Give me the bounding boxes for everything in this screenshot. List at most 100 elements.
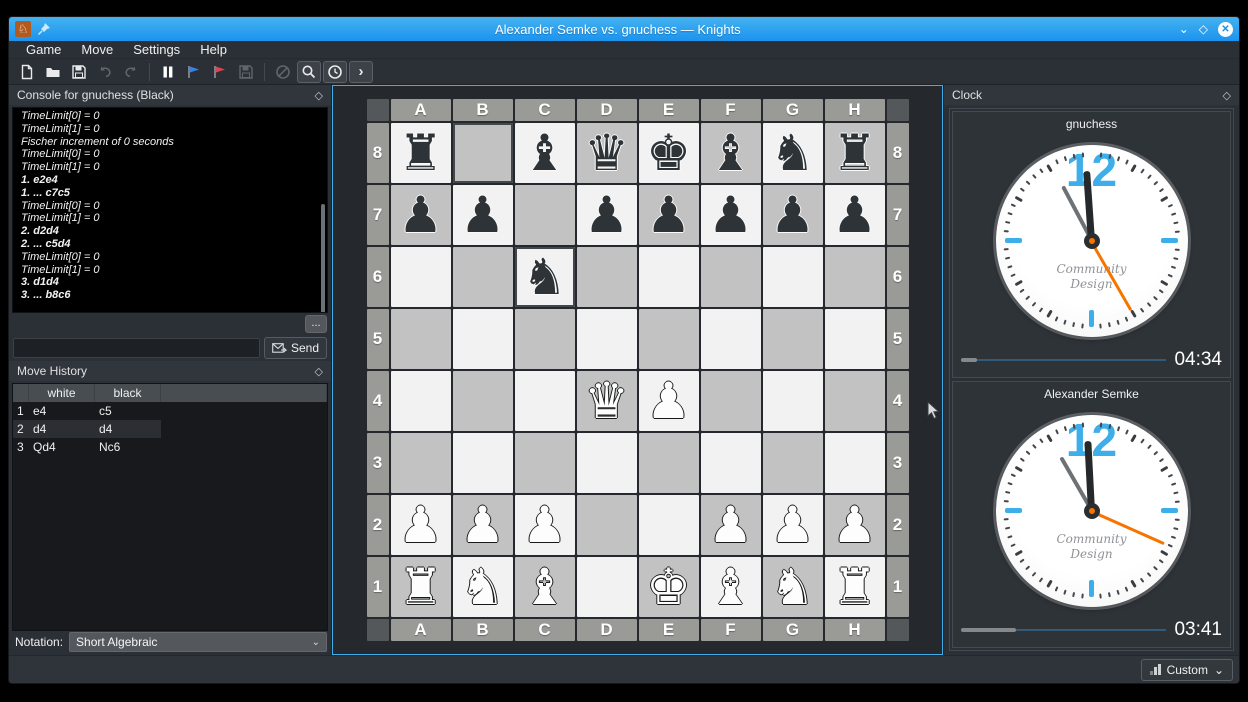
black-pawn[interactable]: ♟ — [832, 190, 877, 240]
square-g5[interactable] — [763, 309, 823, 369]
show-history-button[interactable] — [297, 61, 321, 83]
square-g2[interactable]: ♟ — [763, 495, 823, 555]
square-f3[interactable] — [701, 433, 761, 493]
square-f6[interactable] — [701, 247, 761, 307]
menu-game[interactable]: Game — [17, 42, 70, 57]
square-b6[interactable] — [453, 247, 513, 307]
black-knight[interactable]: ♞ — [522, 252, 567, 302]
console-more-button[interactable]: ... — [305, 315, 327, 333]
save-button[interactable] — [67, 61, 91, 83]
console-dock-header[interactable]: Console for gnuchess (Black) ◇ — [9, 85, 331, 105]
black-pawn[interactable]: ♟ — [646, 190, 691, 240]
square-b4[interactable] — [453, 371, 513, 431]
time-slider[interactable] — [961, 355, 1166, 365]
black-bishop[interactable]: ♝ — [522, 128, 567, 178]
square-b3[interactable] — [453, 433, 513, 493]
square-c1[interactable]: ♝ — [515, 557, 575, 617]
square-f4[interactable] — [701, 371, 761, 431]
square-e2[interactable] — [639, 495, 699, 555]
black-pawn[interactable]: ♟ — [708, 190, 753, 240]
square-a1[interactable]: ♜ — [391, 557, 451, 617]
square-h6[interactable] — [825, 247, 885, 307]
square-g1[interactable]: ♞ — [763, 557, 823, 617]
move-history-header[interactable]: Move History ◇ — [9, 361, 331, 381]
square-a5[interactable] — [391, 309, 451, 369]
square-c7[interactable] — [515, 185, 575, 245]
move-history-row[interactable]: 2d4d4 — [13, 420, 327, 438]
minimize-button[interactable]: ⌄ — [1179, 21, 1189, 37]
white-pawn[interactable]: ♟ — [460, 500, 505, 550]
square-d5[interactable] — [577, 309, 637, 369]
chessboard[interactable]: ABCDEFGH8♜♝♛♚♝♞♜87♟♟♟♟♟♟♟76♞6554♛♟4332♟♟… — [367, 99, 909, 641]
undo-button[interactable] — [93, 61, 117, 83]
square-f8[interactable]: ♝ — [701, 123, 761, 183]
square-f5[interactable] — [701, 309, 761, 369]
square-d2[interactable] — [577, 495, 637, 555]
white-pawn[interactable]: ♟ — [522, 500, 567, 550]
console-output[interactable]: TimeLimit[0] = 0TimeLimit[1] = 0Fischer … — [12, 107, 328, 313]
square-h1[interactable]: ♜ — [825, 557, 885, 617]
white-rook[interactable]: ♜ — [398, 562, 443, 612]
black-pawn[interactable]: ♟ — [460, 190, 505, 240]
float-dock-icon[interactable]: ◇ — [1223, 89, 1231, 102]
square-g3[interactable] — [763, 433, 823, 493]
square-e1[interactable]: ♚ — [639, 557, 699, 617]
time-slider[interactable] — [961, 625, 1166, 635]
square-h5[interactable] — [825, 309, 885, 369]
console-scrollbar[interactable] — [321, 204, 325, 313]
show-console-button[interactable]: › — [349, 61, 373, 83]
square-c3[interactable] — [515, 433, 575, 493]
white-pawn[interactable]: ♟ — [398, 500, 443, 550]
square-e7[interactable]: ♟ — [639, 185, 699, 245]
black-rook[interactable]: ♜ — [832, 128, 877, 178]
square-d1[interactable] — [577, 557, 637, 617]
white-rook[interactable]: ♜ — [832, 562, 877, 612]
square-g7[interactable]: ♟ — [763, 185, 823, 245]
notation-select[interactable]: Short Algebraic ⌄ — [69, 632, 327, 652]
pause-button[interactable] — [156, 61, 180, 83]
menu-help[interactable]: Help — [191, 42, 236, 57]
square-a7[interactable]: ♟ — [391, 185, 451, 245]
black-pawn[interactable]: ♟ — [584, 190, 629, 240]
square-f1[interactable]: ♝ — [701, 557, 761, 617]
show-clock-button[interactable] — [323, 61, 347, 83]
square-d7[interactable]: ♟ — [577, 185, 637, 245]
square-g8[interactable]: ♞ — [763, 123, 823, 183]
difficulty-select[interactable]: Custom ⌄ — [1141, 659, 1233, 681]
black-knight[interactable]: ♞ — [770, 128, 815, 178]
black-bishop[interactable]: ♝ — [708, 128, 753, 178]
square-h2[interactable]: ♟ — [825, 495, 885, 555]
square-a2[interactable]: ♟ — [391, 495, 451, 555]
square-b8[interactable] — [453, 123, 513, 183]
square-b5[interactable] — [453, 309, 513, 369]
square-g4[interactable] — [763, 371, 823, 431]
square-c6[interactable]: ♞ — [515, 247, 575, 307]
float-dock-icon[interactable]: ◇ — [315, 89, 323, 102]
square-b2[interactable]: ♟ — [453, 495, 513, 555]
square-e4[interactable]: ♟ — [639, 371, 699, 431]
send-button[interactable]: Send — [264, 337, 327, 359]
square-e5[interactable] — [639, 309, 699, 369]
white-pawn[interactable]: ♟ — [708, 500, 753, 550]
move-history-row[interactable]: 1e4c5 — [13, 402, 327, 420]
square-e8[interactable]: ♚ — [639, 123, 699, 183]
white-knight[interactable]: ♞ — [460, 562, 505, 612]
redo-button[interactable] — [119, 61, 143, 83]
square-c8[interactable]: ♝ — [515, 123, 575, 183]
black-pawn[interactable]: ♟ — [770, 190, 815, 240]
square-d3[interactable] — [577, 433, 637, 493]
white-pawn[interactable]: ♟ — [770, 500, 815, 550]
white-bishop[interactable]: ♝ — [522, 562, 567, 612]
square-c2[interactable]: ♟ — [515, 495, 575, 555]
white-pawn[interactable]: ♟ — [646, 376, 691, 426]
black-rook[interactable]: ♜ — [398, 128, 443, 178]
square-h7[interactable]: ♟ — [825, 185, 885, 245]
square-a3[interactable] — [391, 433, 451, 493]
resign-button[interactable] — [208, 61, 232, 83]
square-f2[interactable]: ♟ — [701, 495, 761, 555]
abort-button[interactable] — [271, 61, 295, 83]
black-king[interactable]: ♚ — [646, 128, 691, 178]
white-knight[interactable]: ♞ — [770, 562, 815, 612]
black-queen[interactable]: ♛ — [584, 128, 629, 178]
maximize-button[interactable]: ◇ — [1199, 21, 1208, 37]
